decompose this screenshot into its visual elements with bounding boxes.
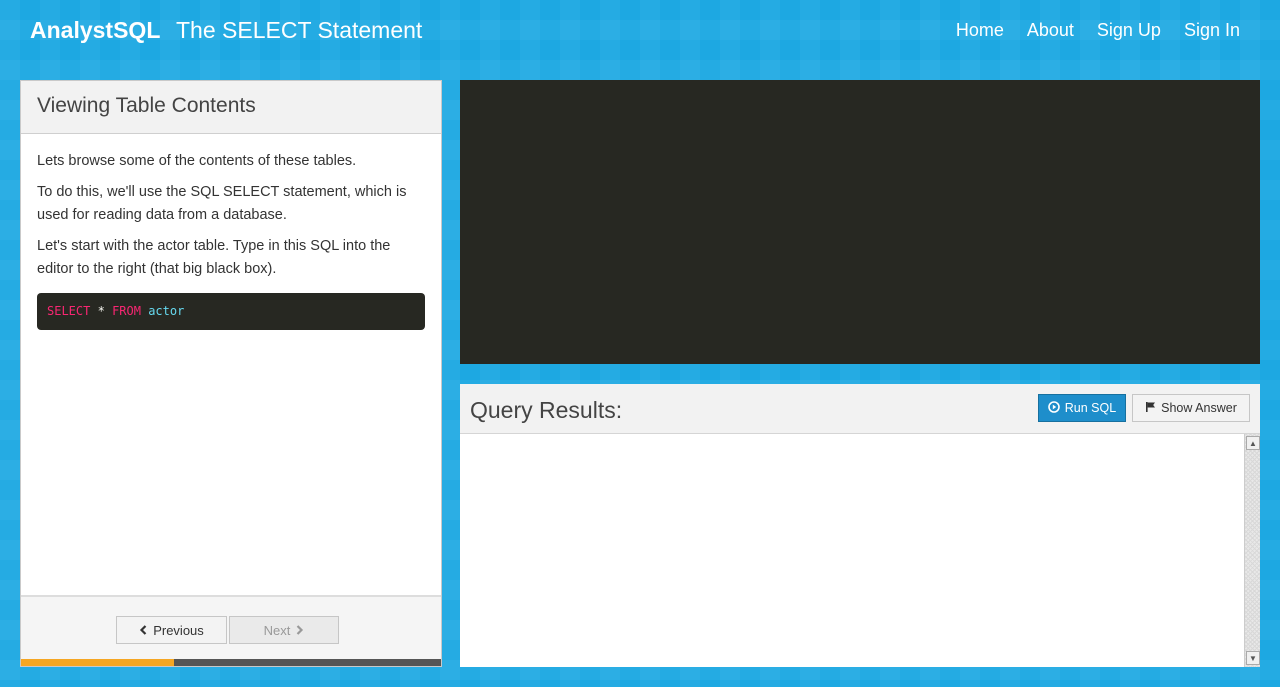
nav-about-link[interactable]: About	[1027, 20, 1074, 41]
lesson-progress-fill	[21, 659, 175, 666]
page-title: The SELECT Statement	[176, 17, 423, 43]
sql-editor[interactable]	[460, 80, 1260, 364]
nav-signin-link[interactable]: Sign In	[1184, 20, 1240, 41]
previous-label: Previous	[153, 622, 204, 638]
run-sql-button[interactable]: Run SQL	[1038, 394, 1126, 422]
lesson-title: Viewing Table Contents	[37, 94, 256, 117]
lesson-pager: Previous Next	[116, 616, 339, 644]
lesson-paragraph: Let's start with the actor table. Type i…	[37, 238, 391, 277]
flag-icon	[1145, 401, 1156, 415]
lesson-progress-bar	[21, 659, 441, 666]
previous-button[interactable]: Previous	[116, 616, 227, 644]
scroll-up-arrow-icon[interactable]: ▲	[1246, 436, 1260, 450]
lesson-paragraph: To do this, we'll use the SQL SELECT sta…	[37, 184, 407, 223]
play-circle-icon	[1047, 400, 1060, 416]
top-navbar: AnalystSQL The SELECT Statement Home Abo…	[0, 0, 1280, 62]
run-sql-label: Run SQL	[1064, 401, 1117, 415]
lesson-body: Lets browse some of the contents of thes…	[21, 134, 441, 330]
show-answer-button[interactable]: Show Answer	[1132, 394, 1250, 422]
code-operator: *	[97, 304, 105, 318]
results-title: Query Results:	[470, 397, 623, 423]
show-answer-label: Show Answer	[1161, 401, 1237, 415]
next-button[interactable]: Next	[229, 616, 339, 644]
results-header: Query Results: Run SQL Show Answer	[460, 384, 1260, 434]
lesson-panel: Viewing Table Contents Lets browse some …	[20, 80, 442, 667]
code-keyword-from: FROM	[112, 304, 141, 318]
next-label: Next	[263, 622, 291, 638]
results-panel: Query Results: Run SQL Show Answer ▲ ▼	[460, 384, 1260, 667]
chevron-right-icon	[295, 623, 304, 638]
code-keyword-select: SELECT	[47, 304, 91, 318]
lesson-footer: Previous Next	[21, 595, 441, 659]
scroll-down-arrow-icon[interactable]: ▼	[1246, 651, 1260, 665]
lesson-paragraph: Lets browse some of the contents of thes…	[37, 153, 357, 169]
lesson-header: Viewing Table Contents	[21, 81, 441, 134]
code-table-name: actor	[148, 304, 185, 318]
nav-signup-link[interactable]: Sign Up	[1097, 20, 1161, 41]
brand-logo[interactable]: AnalystSQL	[30, 17, 160, 44]
results-area	[460, 434, 1244, 667]
nav-links: Home About Sign Up Sign In	[956, 20, 1240, 41]
chevron-left-icon	[139, 623, 148, 638]
sql-code-example: SELECT * FROM actor	[37, 293, 425, 330]
nav-home-link[interactable]: Home	[956, 20, 1004, 41]
results-scrollbar[interactable]: ▲ ▼	[1244, 434, 1260, 667]
